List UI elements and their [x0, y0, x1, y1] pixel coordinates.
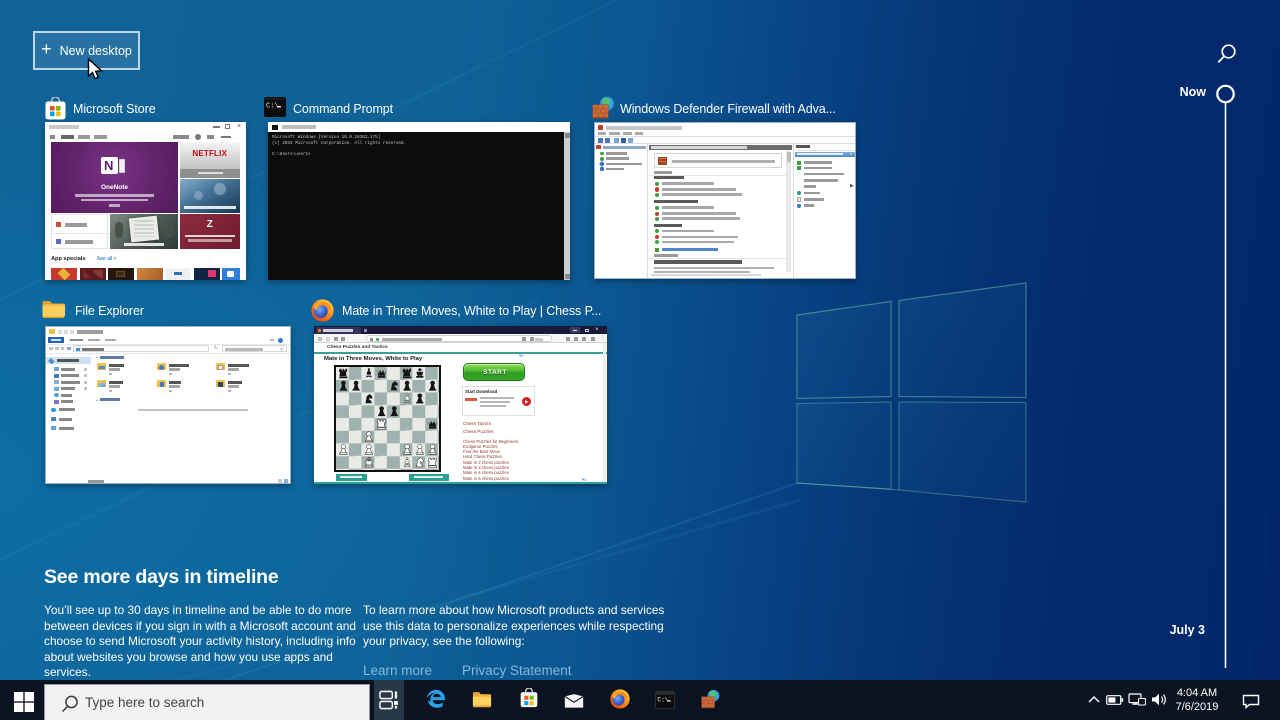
svg-text:C:\: C:\	[657, 696, 668, 703]
svg-text:C:\: C:\	[266, 103, 279, 111]
